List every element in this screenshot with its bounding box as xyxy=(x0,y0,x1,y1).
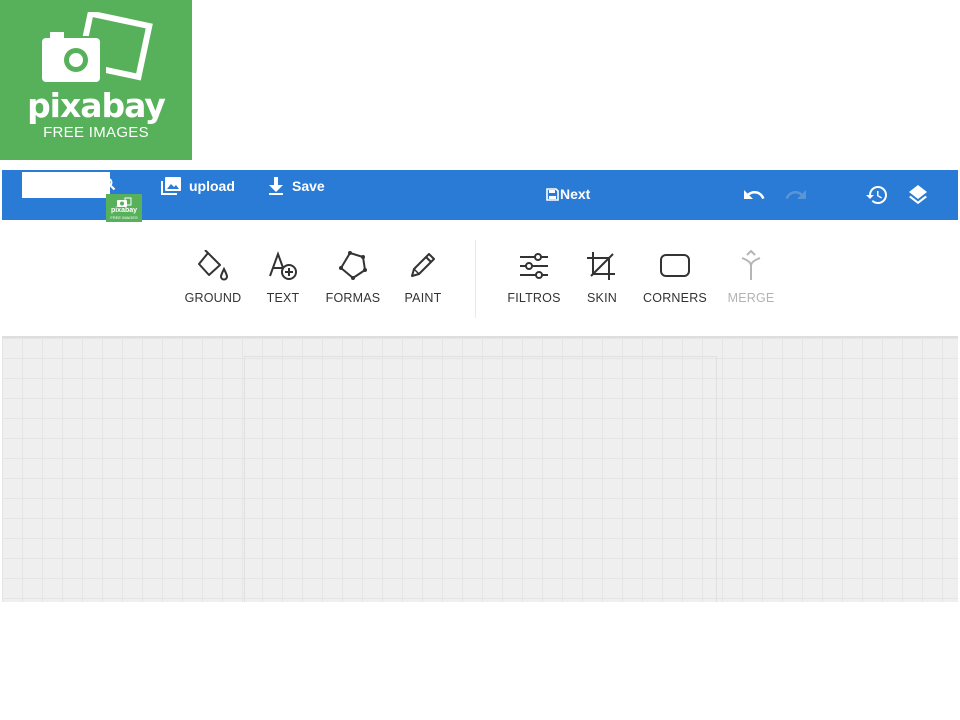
tool-paint-label: PAINT xyxy=(404,291,442,305)
canvas-frame-right xyxy=(716,356,717,602)
logo-wordmark: pixabay xyxy=(27,86,166,125)
mini-pixabay-logo: pixabay FREE IMAGES xyxy=(106,194,142,222)
search-input[interactable] xyxy=(22,172,110,198)
tool-paint[interactable]: PAINT xyxy=(383,250,463,305)
tools-bar: GROUND TEXT FORMAS PAINT FILTROS SKIN CO… xyxy=(0,220,960,336)
tool-ground-label: GROUND xyxy=(184,291,242,305)
tool-merge-label: MERGE xyxy=(727,291,775,305)
save-disk-icon xyxy=(546,187,559,201)
tool-corners[interactable]: CORNERS xyxy=(635,250,715,305)
mini-logo-word: pixabay xyxy=(110,207,138,214)
crop-icon xyxy=(587,252,615,280)
next-button[interactable]: Next xyxy=(546,186,590,202)
tool-ground[interactable]: GROUND xyxy=(173,250,253,305)
upload-button[interactable]: upload xyxy=(160,176,235,196)
tool-group-separator xyxy=(475,240,476,318)
paint-bucket-icon xyxy=(198,250,229,281)
editor-canvas[interactable] xyxy=(2,338,958,602)
save-button[interactable]: Save xyxy=(267,176,325,196)
merge-icon xyxy=(741,250,761,280)
canvas-frame-left xyxy=(244,356,245,602)
save-label: Save xyxy=(292,178,325,194)
pixabay-logo[interactable]: pixabay FREE IMAGES xyxy=(0,0,192,160)
polygon-icon xyxy=(339,251,367,280)
upload-label: upload xyxy=(189,178,235,194)
tool-text-label: TEXT xyxy=(266,291,300,305)
redo-icon[interactable] xyxy=(784,183,808,212)
layers-icon[interactable] xyxy=(906,183,930,212)
canvas-frame-top xyxy=(244,356,716,357)
tool-formas-label: FORMAS xyxy=(325,291,381,305)
logo-subtitle: FREE IMAGES xyxy=(43,124,149,141)
rounded-rect-icon xyxy=(660,254,690,277)
tool-skin[interactable]: SKIN xyxy=(562,250,642,305)
mini-camera-icon xyxy=(117,197,132,207)
download-icon xyxy=(269,177,283,195)
upload-image-icon xyxy=(161,177,181,195)
history-icon[interactable] xyxy=(865,183,889,212)
camera-photo-icon xyxy=(42,12,153,82)
sliders-icon xyxy=(520,253,548,279)
top-toolbar: pixabay FREE IMAGES upload Save Next xyxy=(2,170,958,222)
add-text-icon xyxy=(269,251,297,280)
tool-text[interactable]: TEXT xyxy=(243,250,323,305)
tool-merge[interactable]: MERGE xyxy=(711,250,791,305)
pencil-icon xyxy=(411,253,435,277)
undo-icon[interactable] xyxy=(742,183,766,212)
tool-corners-label: CORNERS xyxy=(643,291,707,305)
tool-skin-label: SKIN xyxy=(587,291,617,305)
tool-formas[interactable]: FORMAS xyxy=(313,250,393,305)
next-label: Next xyxy=(560,186,591,202)
